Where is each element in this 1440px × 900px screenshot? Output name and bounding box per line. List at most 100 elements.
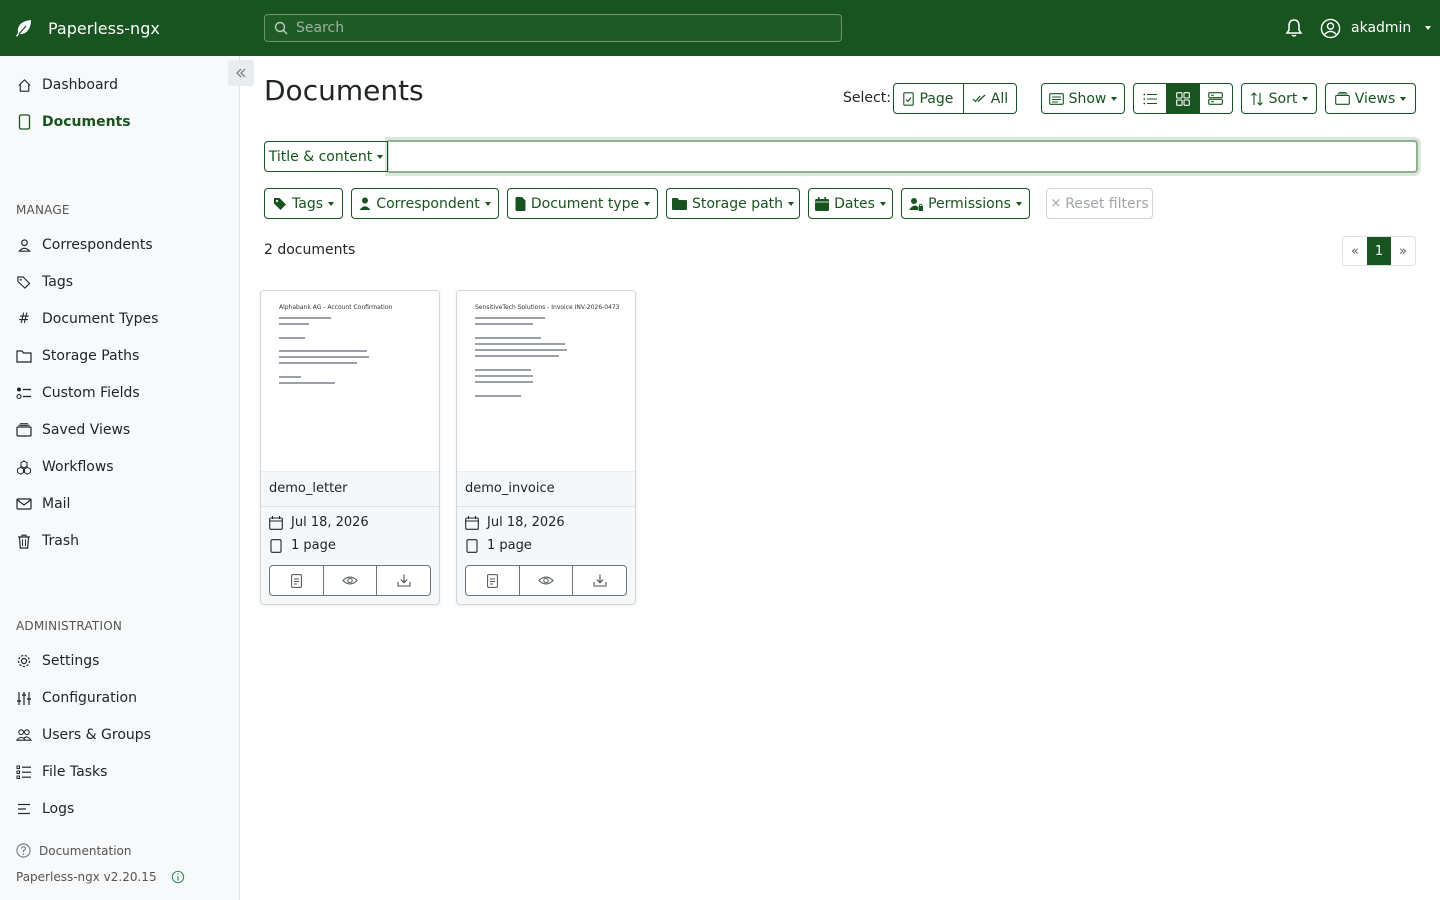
chevron-down-icon	[1015, 201, 1022, 206]
preview-button[interactable]	[518, 566, 573, 595]
global-search[interactable]	[264, 14, 842, 42]
chevron-down-icon	[377, 154, 384, 159]
text-left-icon	[16, 803, 32, 815]
sidebar-item-workflows[interactable]: Workflows	[16, 455, 114, 479]
person-lock-icon	[909, 197, 924, 211]
permissions-filter-label: Permissions	[928, 195, 1011, 212]
view-mode-group	[1133, 83, 1233, 114]
sidebar-item-trash[interactable]: Trash	[16, 529, 79, 553]
sidebar-item-label: Tags	[42, 274, 73, 290]
query-type-dropdown[interactable]: Title & content	[264, 141, 388, 172]
page-number-button[interactable]: 1	[1367, 237, 1391, 265]
sidebar-item-tags[interactable]: Tags	[16, 270, 73, 294]
person-icon	[16, 238, 32, 253]
document-card[interactable]: SensitiveTech Solutions - Invoice INV-20…	[456, 290, 636, 605]
card-text-icon	[1048, 92, 1064, 105]
sidebar-item-dashboard[interactable]: Dashboard	[16, 73, 118, 97]
query-type-label: Title & content	[268, 148, 373, 165]
download-icon	[593, 574, 607, 587]
view-table-button[interactable]	[1134, 84, 1166, 113]
house-icon	[16, 78, 32, 93]
collapse-sidebar-button[interactable]	[228, 60, 254, 86]
download-button[interactable]	[376, 566, 430, 595]
document-card[interactable]: Alphabank AG - Account Confirmation demo…	[260, 290, 440, 605]
next-page-button[interactable]: »	[1391, 237, 1415, 265]
reset-filters-label: Reset filters	[1065, 195, 1149, 212]
pagination: « 1 »	[1342, 236, 1416, 266]
open-details-button[interactable]	[466, 566, 519, 595]
sidebar-item-settings[interactable]: Settings	[16, 649, 99, 673]
document-title[interactable]: demo_invoice	[457, 471, 635, 507]
sidebar-item-users-groups[interactable]: Users & Groups	[16, 723, 151, 747]
permissions-filter-button[interactable]: Permissions	[901, 188, 1030, 219]
notifications-bell-icon[interactable]	[1284, 18, 1304, 38]
chevron-double-left-icon	[236, 68, 246, 78]
sidebar-item-label: File Tasks	[42, 764, 108, 780]
chevron-down-icon	[484, 201, 491, 206]
sidebar-item-document-types[interactable]: # Document Types	[16, 307, 158, 331]
title-content-filter-input[interactable]	[388, 140, 1418, 173]
user-menu[interactable]: akadmin	[1320, 0, 1432, 56]
sidebar-item-file-tasks[interactable]: File Tasks	[16, 760, 107, 784]
sidebar-item-label: Users & Groups	[42, 727, 151, 743]
sidebar-item-label: Document Types	[42, 311, 159, 327]
tags-filter-button[interactable]: Tags	[264, 188, 343, 219]
correspondent-filter-label: Correspondent	[376, 195, 480, 212]
download-button[interactable]	[572, 566, 626, 595]
sidebar-item-storage-paths[interactable]: Storage Paths	[16, 344, 139, 368]
sidebar-item-mail[interactable]: Mail	[16, 492, 70, 516]
storage-path-filter-button[interactable]: Storage path	[666, 188, 800, 219]
sidebar-item-logs[interactable]: Logs	[16, 797, 74, 821]
view-small-cards-button[interactable]	[1166, 84, 1199, 113]
select-page-button[interactable]: Page	[894, 84, 963, 113]
boxes-icon	[16, 459, 32, 475]
documentation-link[interactable]: Documentation	[16, 843, 132, 858]
document-thumbnail[interactable]: SensitiveTech Solutions - Invoice INV-20…	[457, 291, 635, 471]
view-large-cards-button[interactable]	[1198, 84, 1232, 113]
document-thumbnail[interactable]: Alphabank AG - Account Confirmation	[261, 291, 439, 471]
brand-link[interactable]: Paperless-ngx	[14, 0, 160, 56]
chevron-down-icon	[1400, 96, 1407, 101]
sidebar-item-label: Saved Views	[42, 422, 131, 438]
sidebar-item-custom-fields[interactable]: Custom Fields	[16, 381, 140, 405]
document-date: Jul 18, 2026	[269, 515, 369, 530]
reset-filters-button[interactable]: × Reset filters	[1046, 188, 1153, 219]
calendar-fill-icon	[815, 196, 830, 211]
sort-button[interactable]: Sort	[1241, 83, 1317, 114]
file-icon	[270, 538, 282, 553]
grid-icon	[1176, 91, 1190, 106]
show-fields-button[interactable]: Show	[1041, 83, 1125, 114]
thumbnail-heading: SensitiveTech Solutions - Invoice INV-20…	[475, 304, 620, 311]
sidebar-item-saved-views[interactable]: Saved Views	[16, 418, 130, 442]
version-info: Paperless-ngx v2.20.15	[16, 870, 185, 884]
sort-label: Sort	[1268, 90, 1298, 107]
sort-arrows-icon	[1250, 91, 1263, 106]
select-all-button[interactable]: All	[962, 84, 1016, 113]
open-details-button[interactable]	[270, 566, 323, 595]
correspondent-filter-button[interactable]: Correspondent	[351, 188, 499, 219]
pages-label: 1 page	[291, 538, 336, 553]
sidebar-item-configuration[interactable]: Configuration	[16, 686, 137, 710]
dates-filter-button[interactable]: Dates	[808, 188, 893, 219]
preview-button[interactable]	[322, 566, 377, 595]
document-title[interactable]: demo_letter	[261, 471, 439, 507]
chevron-down-icon	[788, 201, 795, 206]
sidebar-item-label: Trash	[42, 533, 79, 549]
views-button[interactable]: Views	[1325, 83, 1416, 114]
select-all-label: All	[990, 90, 1009, 107]
hdd-stack-icon	[1208, 92, 1224, 105]
list-task-icon	[16, 765, 32, 779]
sidebar-item-correspondents[interactable]: Correspondents	[16, 233, 153, 257]
info-circle-icon[interactable]	[171, 870, 185, 884]
version-label: Paperless-ngx v2.20.15	[16, 870, 157, 884]
document-type-filter-button[interactable]: Document type	[507, 188, 658, 219]
documentation-label: Documentation	[39, 843, 132, 858]
chevron-down-icon	[328, 201, 334, 206]
collection-icon	[16, 423, 32, 437]
sidebar-item-label: Mail	[42, 496, 71, 512]
search-input[interactable]	[296, 20, 816, 36]
sidebar-item-documents[interactable]: Documents	[16, 110, 131, 134]
pages-label: 1 page	[487, 538, 532, 553]
search-icon	[274, 21, 288, 35]
previous-page-button[interactable]: «	[1343, 237, 1367, 265]
